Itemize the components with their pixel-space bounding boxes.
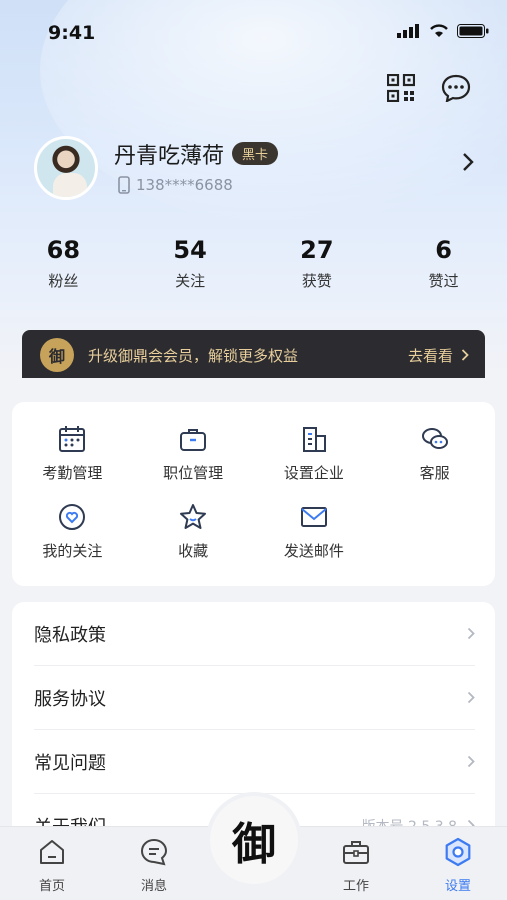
stat-label: 获赞 (301, 272, 332, 290)
header-actions (387, 74, 471, 102)
brand-logo-glyph: 御 (232, 819, 276, 870)
chevron-right-icon (461, 349, 469, 361)
chat-bubbles-icon (421, 428, 448, 449)
service-label: 考勤管理 (42, 464, 103, 482)
qr-code-icon[interactable] (387, 74, 415, 102)
settings-row-faq[interactable]: 常见问题 (34, 730, 475, 794)
message-icon (140, 838, 168, 866)
tab-home[interactable]: 首页 (22, 837, 82, 894)
stat-fans[interactable]: 68 粉丝 (0, 236, 127, 291)
service-my-follows[interactable]: 我的关注 (12, 502, 133, 580)
heart-circle-icon (59, 504, 86, 530)
vip-go-button[interactable]: 去看看 (408, 345, 469, 366)
mail-icon (300, 507, 327, 527)
stats-row: 68 粉丝 54 关注 27 获赞 6 赞过 (0, 236, 507, 291)
message-bubble-icon[interactable] (441, 74, 471, 102)
service-attendance[interactable]: 考勤管理 (12, 424, 133, 502)
stat-following[interactable]: 54 关注 (127, 236, 254, 291)
vip-banner-text: 升级御鼎会会员，解锁更多权益 (88, 346, 299, 365)
services-card: 考勤管理 职位管理 设置企业 客服 我的关注 收藏 发送邮件 (12, 402, 495, 586)
service-favorites[interactable]: 收藏 (133, 502, 254, 580)
service-customer-support[interactable]: 客服 (374, 424, 495, 502)
settings-hex-icon (445, 837, 471, 867)
work-icon (343, 841, 369, 864)
user-name: 丹青吃薄荷 (114, 144, 225, 169)
building-icon (302, 427, 326, 452)
stat-value: 68 (46, 236, 81, 264)
tab-label: 工作 (342, 879, 369, 894)
tab-settings[interactable]: 设置 (428, 837, 488, 894)
settings-row-label: 服务协议 (34, 688, 106, 710)
service-label: 我的关注 (42, 542, 103, 560)
phone-icon (118, 176, 130, 194)
stat-value: 6 (435, 236, 452, 264)
signal-icon (397, 24, 419, 38)
tab-label: 首页 (38, 879, 65, 894)
wifi-icon (430, 24, 448, 37)
tab-messages[interactable]: 消息 (124, 837, 184, 894)
stat-label: 赞过 (428, 272, 459, 290)
service-label: 客服 (419, 464, 450, 482)
settings-row-privacy[interactable]: 隐私政策 (34, 602, 475, 666)
vip-logo-icon: 御 (40, 338, 74, 372)
settings-row-value (457, 691, 475, 704)
chevron-right-icon (467, 691, 475, 704)
status-bar: 9:41 (0, 0, 507, 64)
chevron-right-icon (467, 627, 475, 640)
tab-work[interactable]: 工作 (326, 837, 386, 894)
service-label: 发送邮件 (283, 542, 344, 560)
chevron-right-icon[interactable] (462, 152, 474, 172)
tab-label: 设置 (444, 879, 471, 894)
stat-label: 粉丝 (48, 272, 79, 290)
service-company-settings[interactable]: 设置企业 (254, 424, 375, 502)
settings-row-value (457, 627, 475, 640)
settings-row-label: 常见问题 (34, 752, 106, 774)
stat-label: 关注 (175, 272, 206, 290)
tab-label: 消息 (140, 879, 167, 894)
avatar[interactable] (34, 136, 98, 200)
chevron-right-icon (467, 755, 475, 768)
phone-number: 138****6688 (136, 176, 233, 194)
phone-row: 138****6688 (118, 176, 233, 194)
service-label: 职位管理 (163, 464, 224, 482)
service-send-mail[interactable]: 发送邮件 (254, 502, 375, 580)
stat-likes-given[interactable]: 6 赞过 (380, 236, 507, 291)
service-label: 收藏 (178, 542, 209, 560)
battery-icon (457, 24, 489, 38)
status-time: 9:41 (48, 22, 96, 44)
settings-row-service-agreement[interactable]: 服务协议 (34, 666, 475, 730)
service-positions[interactable]: 职位管理 (133, 424, 254, 502)
settings-row-value (457, 755, 475, 768)
center-brand-button[interactable]: 御 (210, 796, 298, 884)
home-icon (40, 840, 64, 864)
services-grid: 考勤管理 职位管理 设置企业 客服 我的关注 收藏 发送邮件 (12, 424, 495, 580)
calendar-icon (59, 426, 86, 452)
status-icons (397, 24, 489, 38)
vip-go-label: 去看看 (407, 346, 453, 365)
service-label: 设置企业 (283, 464, 344, 482)
profile-section[interactable]: 丹青吃薄荷 黑卡 138****6688 (34, 136, 474, 202)
stat-likes-received[interactable]: 27 获赞 (254, 236, 381, 291)
member-badge: 黑卡 (232, 142, 279, 165)
stat-value: 54 (173, 236, 207, 264)
briefcase-icon (180, 429, 207, 451)
star-icon (180, 504, 207, 529)
stat-value: 27 (300, 236, 334, 264)
vip-upgrade-banner[interactable]: 御 升级御鼎会会员，解锁更多权益 去看看 (22, 330, 485, 380)
settings-row-label: 隐私政策 (34, 624, 106, 646)
